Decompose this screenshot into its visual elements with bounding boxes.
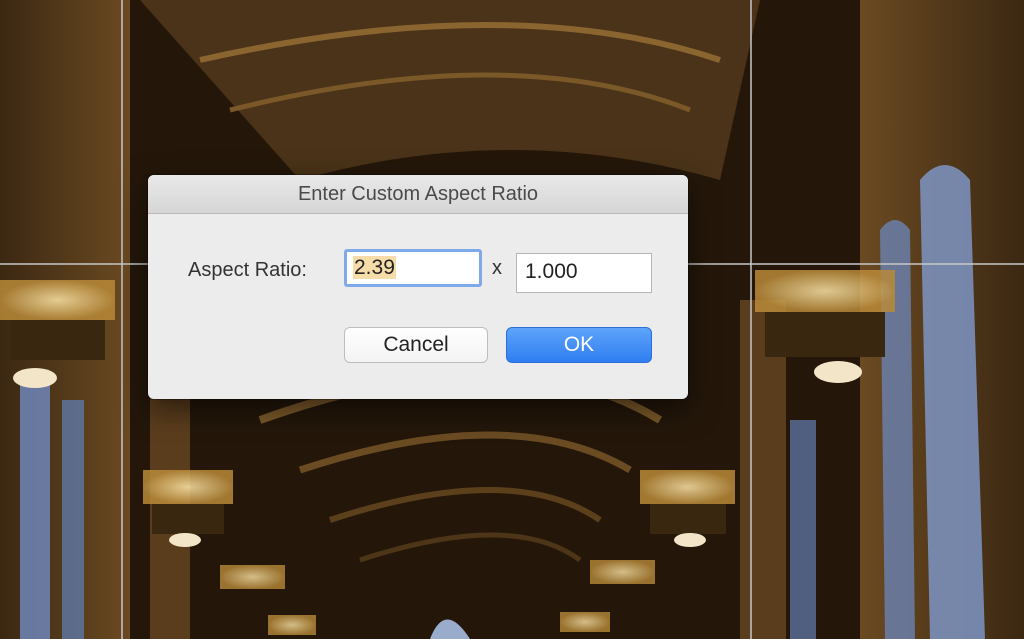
dialog-titlebar[interactable]: Enter Custom Aspect Ratio — [148, 175, 688, 214]
custom-aspect-ratio-dialog: Enter Custom Aspect Ratio Aspect Ratio: … — [148, 175, 688, 399]
selected-text: 2.39 — [353, 256, 396, 279]
ratio-separator: x — [492, 257, 502, 279]
dialog-title: Enter Custom Aspect Ratio — [297, 182, 539, 205]
height-value: 1.000 — [525, 260, 578, 283]
ok-button[interactable]: OK — [506, 327, 652, 363]
aspect-ratio-label: Aspect Ratio: — [188, 259, 307, 281]
aspect-ratio-width-input[interactable]: 2.39 — [344, 249, 482, 287]
crop-grid-line — [121, 0, 123, 639]
cancel-button[interactable]: Cancel — [344, 327, 488, 363]
aspect-ratio-row: Aspect Ratio: 2.39 x 1.000 — [148, 247, 688, 293]
crop-grid-line — [750, 0, 752, 639]
screen: Enter Custom Aspect Ratio Aspect Ratio: … — [0, 0, 1024, 639]
aspect-ratio-height-input[interactable]: 1.000 — [516, 253, 652, 293]
